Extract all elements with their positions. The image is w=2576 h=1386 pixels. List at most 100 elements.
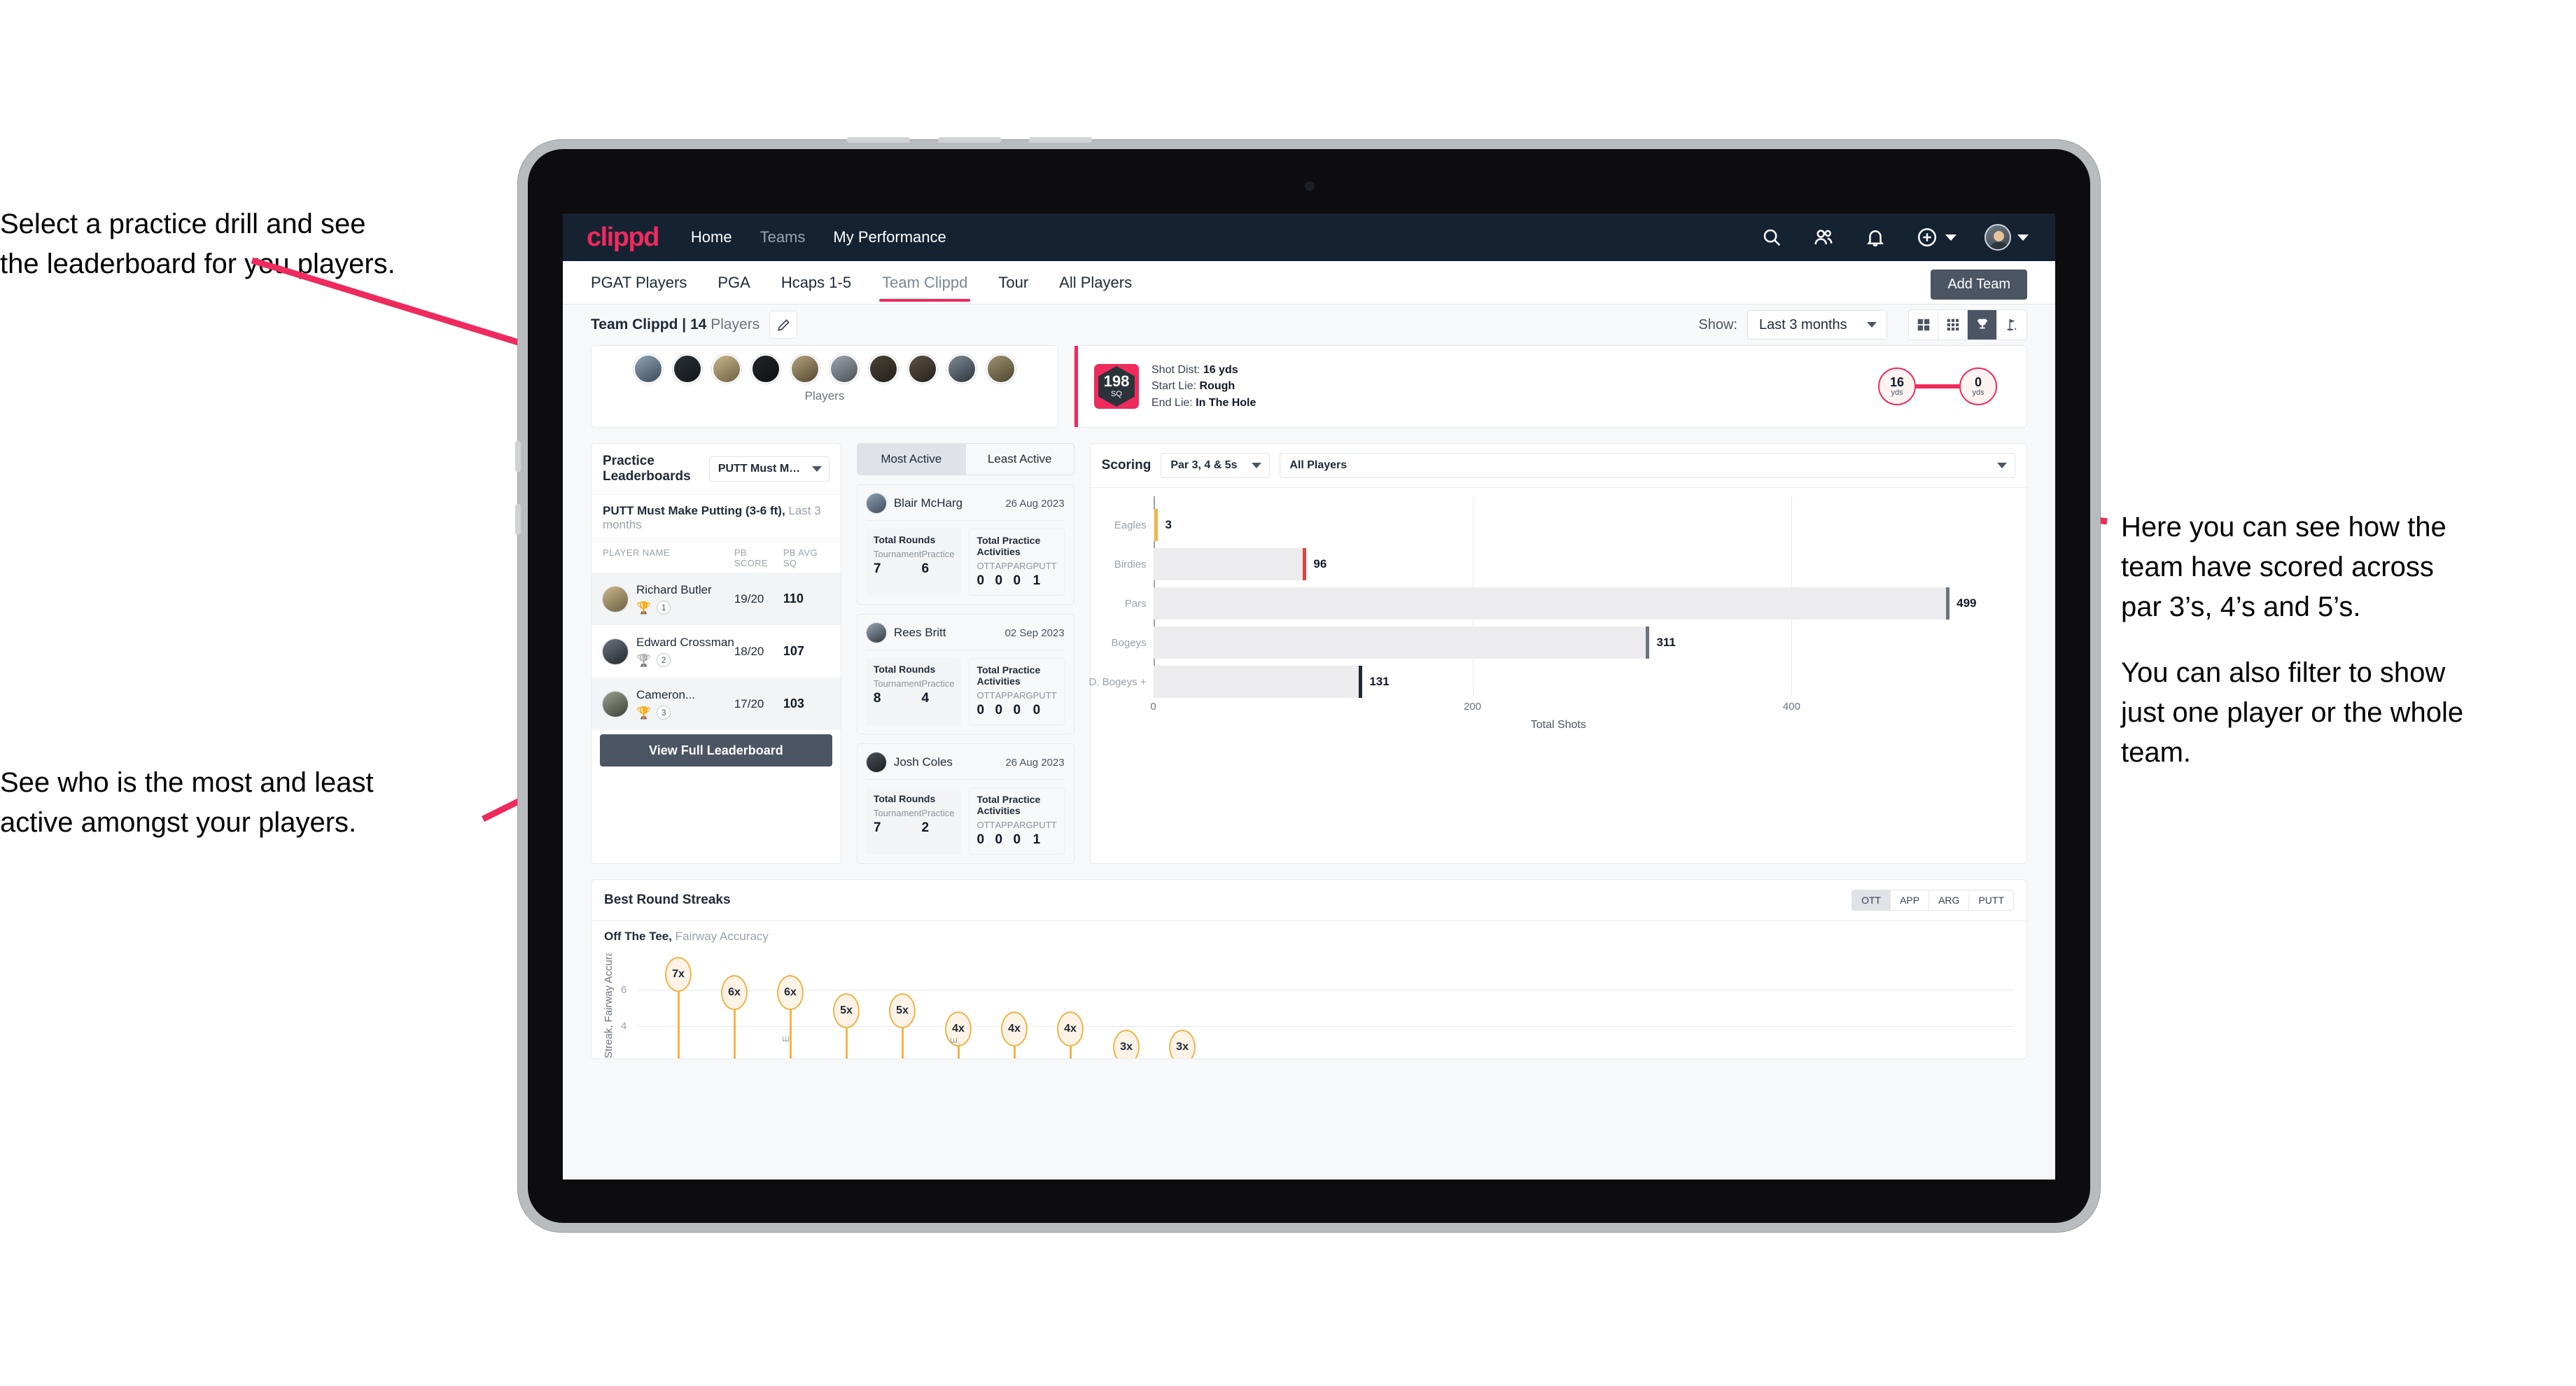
activity-card[interactable]: Rees Britt 02 Sep 2023 Total Rounds Tour… (856, 614, 1074, 734)
plus-circle-icon[interactable] (1915, 225, 1939, 249)
avatar[interactable] (1984, 224, 2011, 251)
activity-card[interactable]: Blair McHarg 26 Aug 2023 Total Rounds To… (856, 484, 1074, 605)
bar-group-bogeys: Bogeys 311 (1112, 626, 1983, 659)
nav-link-my-performance[interactable]: My Performance (833, 228, 946, 246)
total-practice-box: Total Practice Activities OTT 0 APP 0 AR… (969, 788, 1065, 855)
clippd-logo[interactable]: clippd (587, 223, 659, 253)
grid-2x2-icon[interactable] (1909, 310, 1938, 340)
tablet-bezel: clippd Home Teams My Performance PGAT Pl… (528, 149, 2090, 1223)
profile-menu[interactable] (1984, 224, 2029, 251)
tab-all-players[interactable]: All Players (1059, 261, 1132, 304)
bar-group-double-bogeys: D. Bogeys + 131 (1088, 666, 1983, 698)
shot-dist-value: 16 yds (1203, 364, 1238, 377)
tab-pgat-players[interactable]: PGAT Players (591, 261, 687, 304)
total-practice-title: Total Practice Activities (976, 535, 1041, 557)
avatar[interactable] (751, 354, 780, 384)
total-practice-box: Total Practice Activities OTT 0 APP 0 AR… (969, 528, 1065, 596)
y-tick: 6 (621, 983, 627, 996)
avatar[interactable] (673, 354, 702, 384)
total-rounds-values: Tournament 7 Practice 2 (874, 808, 955, 836)
distance-diagram: 16 yds 0 yds (1878, 368, 1997, 405)
table-row[interactable]: Edward Crossman 🏆 2 18/20 107 (592, 625, 841, 678)
end-lie-line: End Lie: In The Hole (1152, 395, 1256, 411)
par-select[interactable]: Par 3, 4 & 5s (1161, 453, 1270, 478)
avatar[interactable] (712, 354, 741, 384)
stat-key: OTT (976, 820, 995, 830)
streak-bubble[interactable]: 6x (777, 975, 804, 1010)
stat-value: 0 (995, 832, 1003, 847)
toggle-putt[interactable]: PUTT (1969, 890, 2013, 910)
player-select[interactable]: All Players (1280, 453, 2015, 478)
streak-bubble[interactable]: 3x (1169, 1030, 1196, 1058)
tab-hcaps-1-5[interactable]: Hcaps 1-5 (781, 261, 851, 304)
streak-bubble[interactable]: 4x (1001, 1011, 1028, 1046)
pencil-icon[interactable] (769, 311, 798, 339)
flag-icon[interactable] (1997, 310, 2026, 340)
total-practice-values: OTT 0 APP 0 (976, 820, 1056, 848)
table-row[interactable]: Cameron... 🏆 3 17/20 103 (592, 678, 841, 730)
x-axis-label: Total Shots (1530, 719, 1586, 731)
rank-badge: 3 (657, 706, 671, 720)
view-full-leaderboard-button[interactable]: View Full Leaderboard (600, 734, 832, 766)
trophy-icon: 🏆 (636, 653, 652, 667)
stat-key: Practice (921, 549, 955, 559)
trophy-icon: 🏆 (636, 601, 652, 615)
leaderboard-title: Practice Leaderboards (603, 454, 691, 484)
stat-value: 7 (873, 820, 881, 835)
bell-icon[interactable] (1863, 225, 1887, 249)
streak-bubble[interactable]: 7x (665, 957, 692, 992)
avatar[interactable] (947, 354, 976, 384)
tab-tour[interactable]: Tour (998, 261, 1028, 304)
avatar[interactable] (634, 354, 663, 384)
nav-link-home[interactable]: Home (691, 228, 732, 246)
streak-bubble[interactable]: 3x (1113, 1030, 1140, 1058)
tab-pga[interactable]: PGA (718, 261, 750, 304)
bar-value: 96 (1313, 557, 1327, 570)
avatar[interactable] (986, 354, 1016, 384)
tab-least-active[interactable]: Least Active (965, 443, 1074, 475)
trophy-icon[interactable] (1968, 310, 1997, 340)
team-label-muted: Players (706, 316, 760, 332)
streak-bubble[interactable]: 5x (833, 993, 860, 1028)
accent-bar (1074, 346, 1078, 427)
streak-bubble[interactable]: 4x (1057, 1011, 1084, 1046)
add-menu[interactable] (1915, 225, 1956, 249)
tablet-button-top-1 (847, 137, 910, 143)
camera-icon (1305, 181, 1315, 191)
drill-select[interactable]: PUTT Must Make Putting ... (708, 456, 830, 482)
activity-card[interactable]: Josh Coles 26 Aug 2023 Total Rounds Tour… (856, 743, 1074, 864)
toggle-app[interactable]: APP (1891, 890, 1930, 910)
table-row[interactable]: Richard Butler 🏆 1 19/20 110 (592, 573, 841, 625)
avatar (603, 586, 628, 612)
avatar[interactable] (830, 354, 859, 384)
streak-bubble[interactable]: 6x (721, 975, 748, 1010)
avatar[interactable] (908, 354, 937, 384)
total-practice-title: Total Practice Activities (976, 664, 1041, 687)
tab-most-active[interactable]: Most Active (856, 443, 965, 475)
activity-date: 26 Aug 2023 (1005, 497, 1065, 510)
bar-cap (1154, 509, 1158, 541)
tablet-button-side-1 (515, 441, 521, 472)
nav-link-teams[interactable]: Teams (760, 228, 806, 246)
app-navbar: clippd Home Teams My Performance (563, 214, 2055, 261)
top-row: Players 198 SQ Shot Dist: 16 yds Start L… (591, 345, 2027, 428)
avatar[interactable] (869, 354, 898, 384)
tab-team-clippd[interactable]: Team Clippd (879, 261, 971, 304)
period-select[interactable]: Last 3 months (1747, 310, 1887, 340)
people-icon[interactable] (1812, 225, 1835, 249)
stat-key: OTT (976, 561, 995, 571)
stat-key: PUTT (1032, 690, 1057, 701)
avatar[interactable] (790, 354, 820, 384)
grid-3x3-icon[interactable] (1938, 310, 1968, 340)
add-team-button[interactable]: Add Team (1931, 270, 2027, 300)
streaks-subtitle-muted: Fairway Accuracy (671, 930, 769, 943)
streak-bubble[interactable]: 5x (889, 993, 916, 1028)
toggle-ott[interactable]: OTT (1852, 890, 1891, 910)
stat-value: 2 (921, 820, 930, 835)
toggle-arg[interactable]: ARG (1929, 890, 1970, 910)
search-icon[interactable] (1760, 225, 1784, 249)
bar-cap (1946, 587, 1950, 620)
putt-stat: PUTT 0 (1033, 690, 1057, 718)
app-stat: APP 0 (995, 561, 1013, 589)
pb-avg-sq-value: 107 (783, 644, 804, 658)
